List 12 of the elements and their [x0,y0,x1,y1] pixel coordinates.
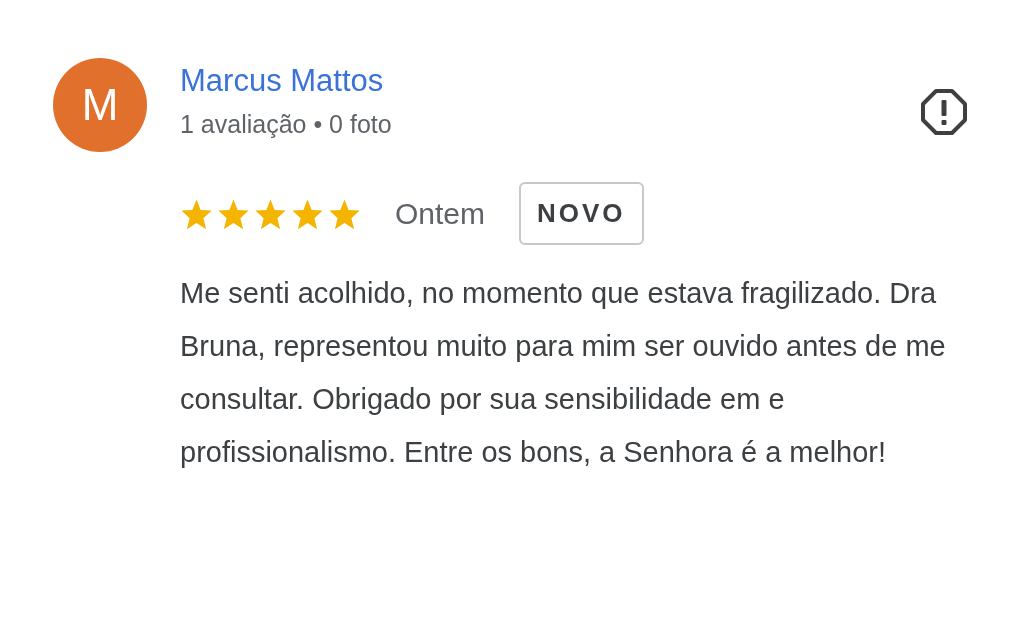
star-icon [254,197,287,230]
star-icon [328,197,361,230]
star-icon [291,197,324,230]
author-name[interactable]: Marcus Mattos [180,56,392,106]
star-icon [217,197,250,230]
star-icon [180,197,213,230]
avatar: M [53,58,147,152]
review-text: Me senti acolhido, no momento que estava fragilizado. Dra Bruna, representou muito para mim ser ouvido antes de me consultar. Obrigado por sua sensibilidade em e profissionalismo. Entre os bons, a Senhora é a melhor! [180,276,947,470]
author-meta: 1 avaliação • 0 foto [180,109,392,140]
new-badge: NOVO [519,182,644,245]
review-date: Ontem [395,196,486,232]
report-icon[interactable] [920,88,968,136]
